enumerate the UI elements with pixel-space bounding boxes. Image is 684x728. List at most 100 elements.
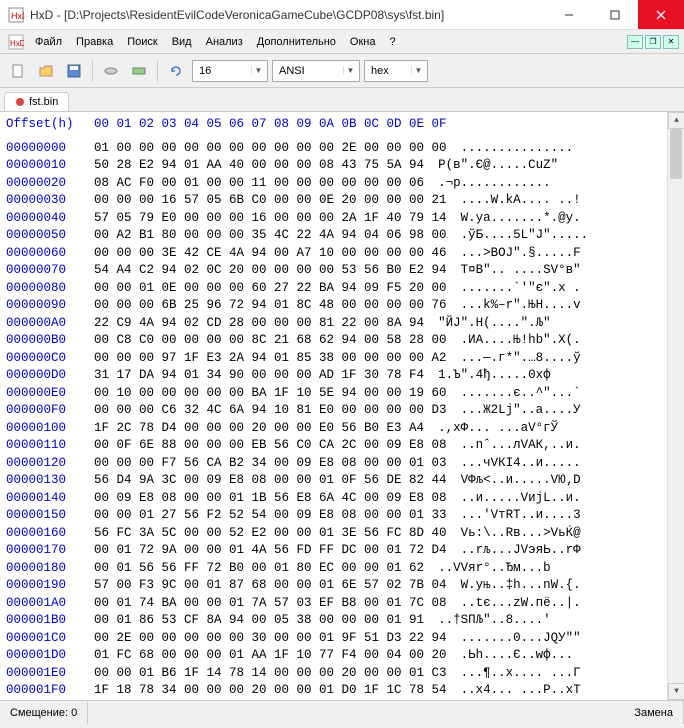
base-select[interactable]: hex ▼ bbox=[364, 60, 428, 82]
bytewidth-select[interactable]: 16 ▼ bbox=[192, 60, 268, 82]
row-hex[interactable]: 57 05 79 E0 00 00 00 16 00 00 00 2A 1F 4… bbox=[94, 210, 447, 228]
hex-row[interactable]: 000001001F 2C 78 D4 00 00 00 20 00 00 E0… bbox=[6, 420, 678, 438]
row-ascii[interactable]: ..nˆ...лVАК,..и. bbox=[461, 437, 581, 455]
scroll-thumb[interactable] bbox=[670, 129, 682, 179]
hex-row[interactable]: 0000014000 09 E8 08 00 00 01 1B 56 E8 6A… bbox=[6, 490, 678, 508]
row-hex[interactable]: 00 01 72 9A 00 00 01 4A 56 FD FF DC 00 0… bbox=[94, 542, 447, 560]
row-hex[interactable]: 00 00 00 F7 56 CA B2 34 00 09 E8 08 00 0… bbox=[94, 455, 447, 473]
hex-row[interactable]: 0000017000 01 72 9A 00 00 01 4A 56 FD FF… bbox=[6, 542, 678, 560]
row-hex[interactable]: 00 00 00 C6 32 4C 6A 94 10 81 E0 00 00 0… bbox=[94, 402, 447, 420]
hex-row[interactable]: 0000009000 00 00 6B 25 96 72 94 01 8C 48… bbox=[6, 297, 678, 315]
row-hex[interactable]: 1F 18 78 34 00 00 00 20 00 00 01 D0 1F 1… bbox=[94, 682, 447, 700]
hex-row[interactable]: 000001D001 FC 68 00 00 00 01 AA 1F 10 77… bbox=[6, 647, 678, 665]
minimize-button[interactable] bbox=[546, 0, 592, 29]
row-hex[interactable]: 1F 2C 78 D4 00 00 00 20 00 00 E0 56 B0 E… bbox=[94, 420, 424, 438]
row-ascii[interactable]: .,xФ... ...аV°гЎ bbox=[438, 420, 558, 438]
row-hex[interactable]: 00 00 00 16 57 05 6B C0 00 00 0E 20 00 0… bbox=[94, 192, 447, 210]
row-hex[interactable]: 00 C8 C0 00 00 00 00 8C 21 68 62 94 00 5… bbox=[94, 332, 447, 350]
hex-row[interactable]: 000001A000 01 74 BA 00 00 01 7A 57 03 EF… bbox=[6, 595, 678, 613]
hex-row[interactable]: 0000008000 00 01 0E 00 00 00 60 27 22 BA… bbox=[6, 280, 678, 298]
row-ascii[interactable]: W.уњ..‡h...nW.{. bbox=[461, 577, 581, 595]
row-ascii[interactable]: ..VVяr°..Ђм...b bbox=[438, 560, 551, 578]
row-hex[interactable]: 00 09 E8 08 00 00 01 1B 56 E8 6A 4C 00 0… bbox=[94, 490, 447, 508]
hex-row[interactable]: 0000015000 00 01 27 56 F2 52 54 00 09 E8… bbox=[6, 507, 678, 525]
row-ascii[interactable]: ..†SПЉ"..8....' bbox=[438, 612, 551, 630]
menu-windows[interactable]: Окна bbox=[343, 33, 383, 51]
maximize-button[interactable] bbox=[592, 0, 638, 29]
hex-row[interactable]: 000001C000 2E 00 00 00 00 00 30 00 00 01… bbox=[6, 630, 678, 648]
row-hex[interactable]: 00 01 86 53 CF 8A 94 00 05 38 00 00 00 0… bbox=[94, 612, 424, 630]
row-ascii[interactable]: ...k%–r".ЊH....v bbox=[461, 297, 581, 315]
open-ram-button[interactable] bbox=[127, 59, 151, 83]
hex-row[interactable]: 0000006000 00 00 3E 42 CE 4A 94 00 A7 10… bbox=[6, 245, 678, 263]
hex-row[interactable]: 0000016056 FC 3A 5C 00 00 52 E2 00 00 01… bbox=[6, 525, 678, 543]
mdi-close-button[interactable]: ✕ bbox=[663, 35, 679, 49]
row-hex[interactable]: 00 0F 6E 88 00 00 00 EB 56 C0 CA 2C 00 0… bbox=[94, 437, 447, 455]
save-button[interactable] bbox=[62, 59, 86, 83]
hex-row[interactable]: 0000001050 28 E2 94 01 AA 40 00 00 00 08… bbox=[6, 157, 678, 175]
row-ascii[interactable]: ............... bbox=[461, 140, 574, 158]
row-hex[interactable]: 01 00 00 00 00 00 00 00 00 00 00 2E 00 0… bbox=[94, 140, 447, 158]
row-ascii[interactable]: ...чVКІ4..и..... bbox=[461, 455, 581, 473]
hex-row[interactable]: 000000B000 C8 C0 00 00 00 00 8C 21 68 62… bbox=[6, 332, 678, 350]
open-disk-button[interactable] bbox=[99, 59, 123, 83]
menu-analysis[interactable]: Анализ bbox=[199, 33, 250, 51]
mdi-minimize-button[interactable]: — bbox=[627, 35, 643, 49]
row-ascii[interactable]: .......0...ЈQУ"" bbox=[461, 630, 581, 648]
menu-view[interactable]: Вид bbox=[165, 33, 199, 51]
row-ascii[interactable]: ...'VтRT..и....3 bbox=[461, 507, 581, 525]
hex-row[interactable]: 0000011000 0F 6E 88 00 00 00 EB 56 C0 CA… bbox=[6, 437, 678, 455]
row-hex[interactable]: 00 00 01 0E 00 00 00 60 27 22 BA 94 09 F… bbox=[94, 280, 447, 298]
open-button[interactable] bbox=[34, 59, 58, 83]
row-ascii[interactable]: .¬р............ bbox=[438, 175, 551, 193]
row-hex[interactable]: 22 C9 4A 94 02 CD 28 00 00 00 81 22 00 8… bbox=[94, 315, 424, 333]
hex-row[interactable]: 000000E000 10 00 00 00 00 00 BA 1F 10 5E… bbox=[6, 385, 678, 403]
row-hex[interactable]: 00 00 01 EA 1F 24 78 94 00 00 00 20 00 0… bbox=[94, 700, 447, 701]
row-ascii[interactable]: W.yа.......*.@y. bbox=[461, 210, 581, 228]
row-ascii[interactable]: .Ьh....Є..wф... bbox=[461, 647, 581, 665]
row-ascii[interactable]: P(в".Є@.....CuZ" bbox=[438, 157, 558, 175]
row-ascii[interactable]: ..tє...zW.пё..|. bbox=[461, 595, 581, 613]
row-hex[interactable]: 57 00 F3 9C 00 01 87 68 00 00 01 6E 57 0… bbox=[94, 577, 447, 595]
menu-file[interactable]: Файл bbox=[28, 33, 69, 51]
row-hex[interactable]: 54 A4 C2 94 02 0C 20 00 00 00 00 53 56 B… bbox=[94, 262, 447, 280]
row-hex[interactable]: 56 D4 9A 3C 00 09 E8 08 00 00 01 0F 56 D… bbox=[94, 472, 447, 490]
hex-row[interactable]: 000001E000 00 01 B6 1F 14 78 14 00 00 00… bbox=[6, 665, 678, 683]
row-ascii[interactable]: ....W.kA.... ..! bbox=[461, 192, 581, 210]
menu-edit[interactable]: Правка bbox=[69, 33, 120, 51]
hex-row[interactable]: 0000020000 00 01 EA 1F 24 78 94 00 00 00… bbox=[6, 700, 678, 701]
row-ascii[interactable]: ...—.г*".…8....ў bbox=[461, 350, 581, 368]
refresh-button[interactable] bbox=[164, 59, 188, 83]
row-ascii[interactable]: ..x4... ...Р..xT bbox=[461, 682, 581, 700]
row-hex[interactable]: 00 A2 B1 80 00 00 00 35 4C 22 4A 94 04 0… bbox=[94, 227, 447, 245]
row-hex[interactable]: 08 AC F0 00 01 00 00 11 00 00 00 00 00 0… bbox=[94, 175, 424, 193]
row-ascii[interactable]: .ўБ....5L"J"..... bbox=[461, 227, 589, 245]
hex-row[interactable]: 0000012000 00 00 F7 56 CA B2 34 00 09 E8… bbox=[6, 455, 678, 473]
hex-row[interactable]: 000000A022 C9 4A 94 02 CD 28 00 00 00 81… bbox=[6, 315, 678, 333]
scroll-up-button[interactable]: ▲ bbox=[668, 112, 684, 129]
hex-row[interactable]: 0000018000 01 56 56 FF 72 B0 00 01 80 EC… bbox=[6, 560, 678, 578]
hex-row[interactable]: 0000002008 AC F0 00 01 00 00 11 00 00 00… bbox=[6, 175, 678, 193]
new-button[interactable] bbox=[6, 59, 30, 83]
row-ascii[interactable]: "ЙJ".Н(....".Љ" bbox=[438, 315, 551, 333]
hex-row[interactable]: 000001F01F 18 78 34 00 00 00 20 00 00 01… bbox=[6, 682, 678, 700]
hex-view[interactable]: Offset(h)00 01 02 03 04 05 06 07 08 09 0… bbox=[0, 112, 684, 700]
row-hex[interactable]: 56 FC 3A 5C 00 00 52 E2 00 00 01 3E 56 F… bbox=[94, 525, 447, 543]
row-ascii[interactable]: ...¶..x.... ...Г bbox=[461, 665, 581, 683]
row-hex[interactable]: 00 00 00 97 1F E3 2A 94 01 85 38 00 00 0… bbox=[94, 350, 447, 368]
row-ascii[interactable]: .......є..^"...` bbox=[461, 385, 581, 403]
file-tab[interactable]: fst.bin bbox=[4, 92, 69, 111]
app-menu-icon[interactable]: HxD bbox=[8, 34, 24, 50]
row-ascii[interactable]: Vь:\..Rв...>VьЌ@ bbox=[461, 525, 581, 543]
hex-row[interactable]: 000000C000 00 00 97 1F E3 2A 94 01 85 38… bbox=[6, 350, 678, 368]
hex-row[interactable]: 0000007054 A4 C2 94 02 0C 20 00 00 00 00… bbox=[6, 262, 678, 280]
hex-row[interactable]: 0000003000 00 00 16 57 05 6B C0 00 00 0E… bbox=[6, 192, 678, 210]
hex-row[interactable]: 0000013056 D4 9A 3C 00 09 E8 08 00 00 01… bbox=[6, 472, 678, 490]
row-hex[interactable]: 00 2E 00 00 00 00 00 30 00 00 01 9F 51 D… bbox=[94, 630, 447, 648]
hex-row[interactable]: 000001B000 01 86 53 CF 8A 94 00 05 38 00… bbox=[6, 612, 678, 630]
menu-extra[interactable]: Дополнительно bbox=[250, 33, 343, 51]
row-hex[interactable]: 00 10 00 00 00 00 00 BA 1F 10 5E 94 00 0… bbox=[94, 385, 447, 403]
vertical-scrollbar[interactable]: ▲ ▼ bbox=[667, 112, 684, 700]
row-ascii[interactable]: .ИА....Њ!hb".X(. bbox=[461, 332, 581, 350]
row-ascii[interactable]: ..rљ...JVэяЬ..rФ bbox=[461, 542, 581, 560]
